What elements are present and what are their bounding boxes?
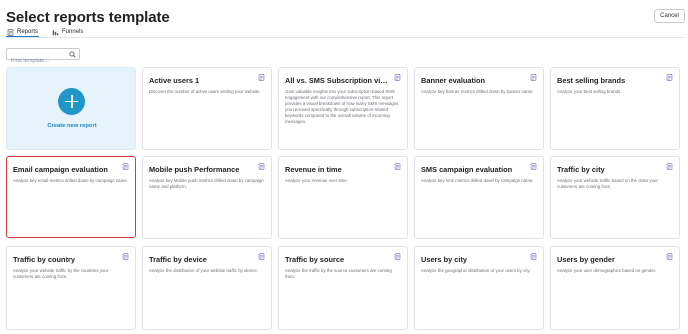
card-title: Active users 1 <box>149 76 200 85</box>
template-icon <box>666 163 673 170</box>
card-description: Analyze your website traffic by the coun… <box>13 268 109 280</box>
card-description: Analyze your user demographics based on … <box>557 268 657 273</box>
card-title: SMS campaign evaluation <box>421 165 513 174</box>
template-icon <box>666 253 673 260</box>
template-card[interactable]: Traffic by device Analyze the distributi… <box>142 246 272 330</box>
template-icon <box>258 74 265 81</box>
template-icon <box>122 163 129 170</box>
funnels-icon <box>52 29 59 35</box>
cancel-button[interactable]: Cancel <box>654 9 685 23</box>
template-card[interactable]: Revenue in time Analyze your revenue ove… <box>278 156 408 239</box>
create-new-report-label: Create new report <box>47 123 97 129</box>
template-icon <box>258 163 265 170</box>
plus-icon <box>58 88 85 115</box>
card-title: Traffic by city <box>557 165 605 174</box>
card-description: Analyze your website traffic based on th… <box>557 178 658 190</box>
card-description: Analyze the traffic by the source custom… <box>285 268 392 280</box>
template-card[interactable]: Mobile push Performance Analyze key Mobi… <box>142 156 272 239</box>
search-box <box>6 48 80 66</box>
template-icon <box>666 74 673 81</box>
card-title: Users by gender <box>557 255 615 264</box>
card-title: Mobile push Performance <box>149 165 240 174</box>
template-icon <box>530 74 537 81</box>
template-card[interactable]: Traffic by source Analyze the traffic by… <box>278 246 408 330</box>
reports-icon <box>7 28 14 36</box>
card-description: Discover the number of active users visi… <box>149 89 261 94</box>
card-title: Email campaign evaluation <box>13 165 108 174</box>
template-icon <box>530 163 537 170</box>
template-card[interactable]: All vs. SMS Subscription via T... Gain v… <box>278 67 408 150</box>
card-title: Traffic by country <box>13 255 76 264</box>
card-description: Analyze key Mobile push metrics drilled … <box>149 178 264 190</box>
template-icon <box>530 253 537 260</box>
template-card[interactable]: SMS campaign evaluation Analyze key sms … <box>414 156 544 239</box>
template-card[interactable]: Best selling brands Analyze your best se… <box>550 67 680 150</box>
card-title: Traffic by device <box>149 255 207 264</box>
template-icon <box>258 253 265 260</box>
template-card-selected[interactable]: Email campaign evaluation Analyze key em… <box>6 156 136 238</box>
card-description: Analyze your best selling brands. <box>557 89 622 94</box>
template-card[interactable]: Traffic by city Analyze your website tra… <box>550 156 680 239</box>
template-icon <box>122 253 129 260</box>
card-title: Revenue in time <box>285 165 342 174</box>
template-icon <box>394 253 401 260</box>
card-title: Banner evaluation <box>421 76 486 85</box>
card-title: Best selling brands <box>557 76 626 85</box>
template-icon <box>394 163 401 170</box>
card-description: Analyze key email metrics drilled down b… <box>13 178 128 183</box>
card-description: Analyze your revenue over time. <box>285 178 348 183</box>
template-card[interactable]: Users by gender Analyze your user demogr… <box>550 246 680 330</box>
tab-reports-label: Reports <box>17 29 39 35</box>
card-description: Analyze the geographic distribution of y… <box>421 268 531 273</box>
template-card[interactable]: Banner evaluation Analyze key banner met… <box>414 67 544 150</box>
template-card[interactable]: Traffic by country Analyze your website … <box>6 246 136 330</box>
card-description: Analyze the distribution of your website… <box>149 268 259 273</box>
card-title: Users by city <box>421 255 468 264</box>
template-icon <box>394 74 401 81</box>
search-input[interactable] <box>11 56 69 66</box>
template-card[interactable]: Users by city Analyze the geographic dis… <box>414 246 544 330</box>
page-title: Select reports template <box>6 9 170 26</box>
search-icon[interactable] <box>69 51 76 58</box>
card-description: Analyze key banner metrics drilled down … <box>421 89 534 94</box>
header-divider <box>6 37 686 38</box>
template-card[interactable]: Active users 1 Discover the number of ac… <box>142 67 272 150</box>
tab-funnels[interactable]: Funnels <box>51 27 84 37</box>
card-title: All vs. SMS Subscription via T... <box>285 76 389 85</box>
card-description: Analyze key sms metrics drilled down by … <box>421 178 534 183</box>
card-title: Traffic by source <box>285 255 345 264</box>
create-new-report-card[interactable]: Create new report <box>6 67 136 150</box>
tab-funnels-label: Funnels <box>62 29 84 35</box>
card-description: Gain valuable insights into your subscri… <box>285 89 399 125</box>
